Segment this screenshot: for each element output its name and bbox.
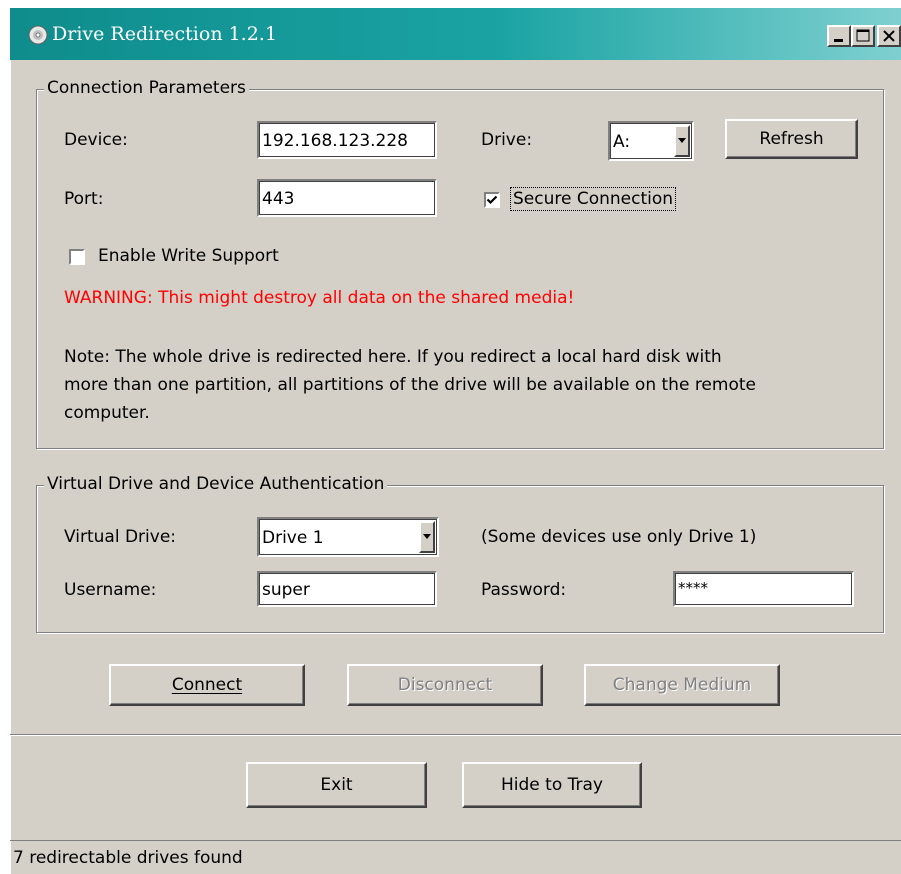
enable-write-support-label[interactable]: Enable Write Support — [98, 246, 279, 266]
close-button[interactable] — [877, 25, 901, 47]
enable-write-support-checkbox[interactable] — [69, 249, 85, 265]
change-medium-button[interactable]: Change Medium — [584, 664, 780, 706]
virtual-drive-dropdown-arrow[interactable] — [419, 521, 435, 553]
chevron-down-icon — [678, 138, 686, 143]
virtual-drive-select-value: Drive 1 — [262, 528, 324, 548]
connection-parameters-legend: Connection Parameters — [44, 78, 249, 98]
refresh-button-label: Refresh — [759, 129, 824, 149]
disconnect-button-label: Disconnect — [397, 675, 493, 695]
minimize-button[interactable] — [827, 25, 851, 47]
maximize-icon — [856, 29, 870, 42]
change-medium-button-label: Change Medium — [612, 675, 752, 695]
virtual-drive-label: Virtual Drive: — [64, 527, 177, 547]
password-input[interactable]: **** — [673, 571, 854, 607]
device-input[interactable]: 192.168.123.228 — [257, 121, 437, 159]
drive-select[interactable]: A: — [608, 121, 694, 161]
port-input[interactable]: 443 — [257, 179, 437, 217]
secure-connection-checkbox[interactable] — [484, 192, 500, 208]
close-icon — [883, 30, 895, 42]
virtual-drive-select[interactable]: Drive 1 — [257, 517, 439, 557]
disconnect-button[interactable]: Disconnect — [347, 664, 543, 706]
refresh-button[interactable]: Refresh — [725, 119, 858, 159]
note-line-1: Note: The whole drive is redirected here… — [64, 347, 722, 367]
secure-connection-label[interactable]: Secure Connection — [509, 187, 677, 211]
username-input[interactable]: super — [257, 571, 437, 607]
hide-to-tray-button-label: Hide to Tray — [501, 775, 603, 795]
device-label: Device: — [64, 130, 128, 150]
note-line-3: computer. — [64, 403, 150, 423]
chevron-down-icon — [423, 534, 431, 539]
authentication-group — [36, 485, 884, 633]
drive-dropdown-arrow[interactable] — [674, 125, 690, 157]
note-line-2: more than one partition, all partitions … — [64, 375, 756, 395]
password-label: Password: — [481, 580, 567, 600]
divider — [10, 734, 901, 736]
minimize-icon — [834, 39, 843, 42]
title-bar[interactable]: Drive Redirection 1.2.1 — [10, 8, 901, 60]
status-bar: 7 redirectable drives found — [10, 840, 901, 874]
connect-button[interactable]: Connect — [109, 664, 305, 706]
connect-button-label: Connect — [171, 675, 243, 695]
hide-to-tray-button[interactable]: Hide to Tray — [462, 762, 642, 808]
exit-button[interactable]: Exit — [246, 762, 427, 808]
status-text: 7 redirectable drives found — [13, 848, 243, 868]
check-icon — [486, 195, 498, 205]
port-label: Port: — [64, 189, 104, 209]
write-warning-text: WARNING: This might destroy all data on … — [64, 288, 575, 308]
username-label: Username: — [64, 580, 157, 600]
window-title: Drive Redirection 1.2.1 — [52, 23, 277, 45]
cd-disc-icon — [28, 25, 48, 45]
authentication-legend: Virtual Drive and Device Authentication — [44, 474, 388, 494]
exit-button-label: Exit — [320, 775, 353, 795]
drive-label: Drive: — [481, 130, 533, 150]
drive-select-value: A: — [613, 132, 631, 152]
maximize-button[interactable] — [851, 25, 875, 47]
virtual-drive-hint: (Some devices use only Drive 1) — [481, 527, 757, 547]
